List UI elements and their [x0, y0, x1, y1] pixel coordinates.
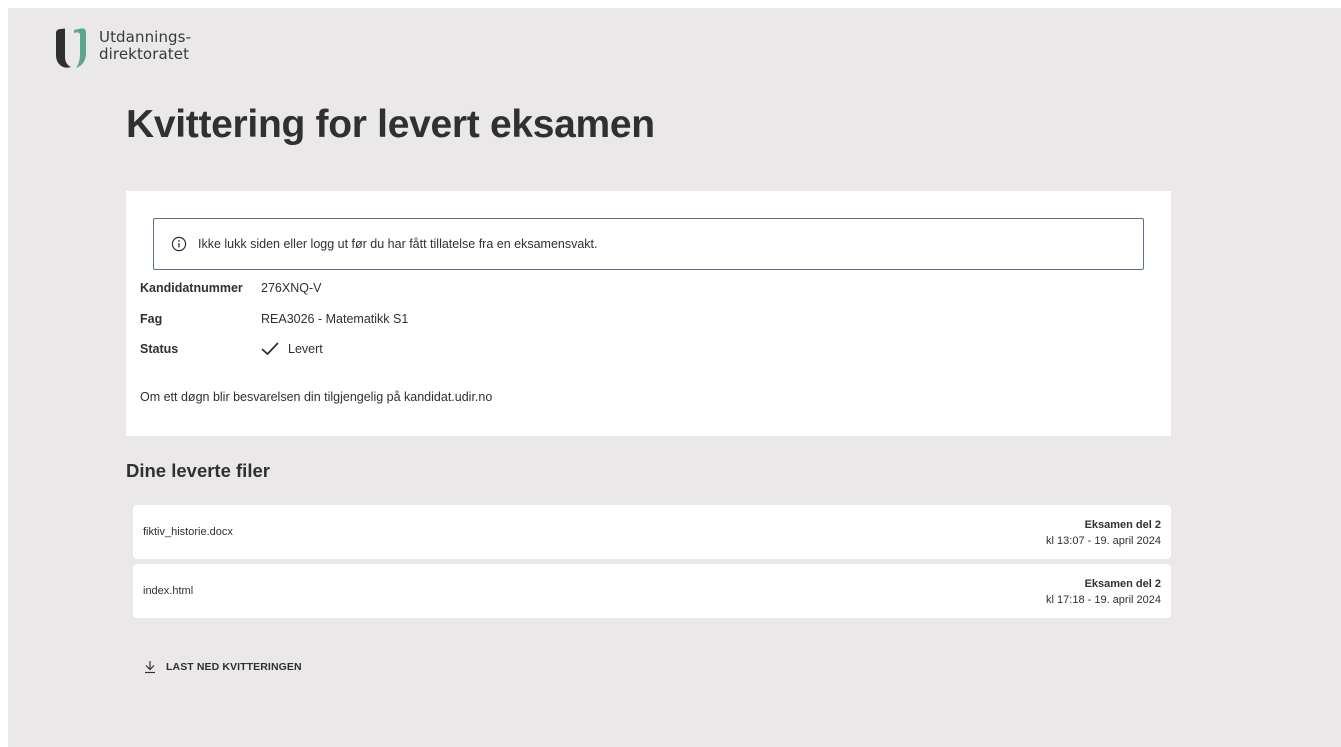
- subject-label: Fag: [140, 312, 163, 326]
- file-name[interactable]: fiktiv_historie.docx: [143, 526, 233, 538]
- logo-text-line2: direktoratet: [99, 45, 190, 63]
- alert-text: Ikke lukk siden eller logg ut før du har…: [198, 237, 598, 251]
- download-label: LAST NED KVITTERINGEN: [166, 661, 302, 673]
- alert-box: Ikke lukk siden eller logg ut før du har…: [153, 218, 1144, 270]
- file-meta: Eksamen del 2 kl 17:18 - 19. april 2024: [1046, 576, 1161, 608]
- candidate-label: Kandidatnummer: [140, 281, 243, 295]
- download-receipt-button[interactable]: LAST NED KVITTERINGEN: [144, 660, 302, 674]
- page-title: Kvittering for levert eksamen: [126, 103, 655, 146]
- file-meta: Eksamen del 2 kl 13:07 - 19. april 2024: [1046, 517, 1161, 549]
- udir-logo-icon: [56, 28, 86, 68]
- file-exam-part: Eksamen del 2: [1084, 519, 1161, 531]
- logo-text-line1: Utdannings-: [99, 28, 192, 46]
- receipt-card: Ikke lukk siden eller logg ut før du har…: [126, 191, 1171, 436]
- file-row[interactable]: fiktiv_historie.docx Eksamen del 2 kl 13…: [133, 505, 1171, 559]
- udir-logo[interactable]: Utdannings- direktoratet: [55, 27, 191, 71]
- status-label: Status: [140, 342, 179, 356]
- file-exam-part: Eksamen del 2: [1084, 578, 1161, 590]
- files-section-title: Dine leverte filer: [126, 460, 270, 481]
- subject-value: REA3026 - Matematikk S1: [261, 312, 409, 326]
- file-name[interactable]: index.html: [143, 585, 193, 597]
- candidate-value: 276XNQ-V: [261, 281, 322, 295]
- status-value: Levert: [261, 342, 323, 356]
- file-row[interactable]: index.html Eksamen del 2 kl 17:18 - 19. …: [133, 564, 1171, 618]
- file-timestamp: kl 17:18 - 19. april 2024: [1046, 594, 1161, 606]
- availability-note: Om ett døgn blir besvarelsen din tilgjen…: [140, 390, 493, 404]
- info-circle-icon: [171, 236, 187, 252]
- file-timestamp: kl 13:07 - 19. april 2024: [1046, 535, 1161, 547]
- status-text: Levert: [288, 342, 323, 356]
- download-icon: [145, 661, 155, 674]
- checkmark-icon: [261, 342, 279, 355]
